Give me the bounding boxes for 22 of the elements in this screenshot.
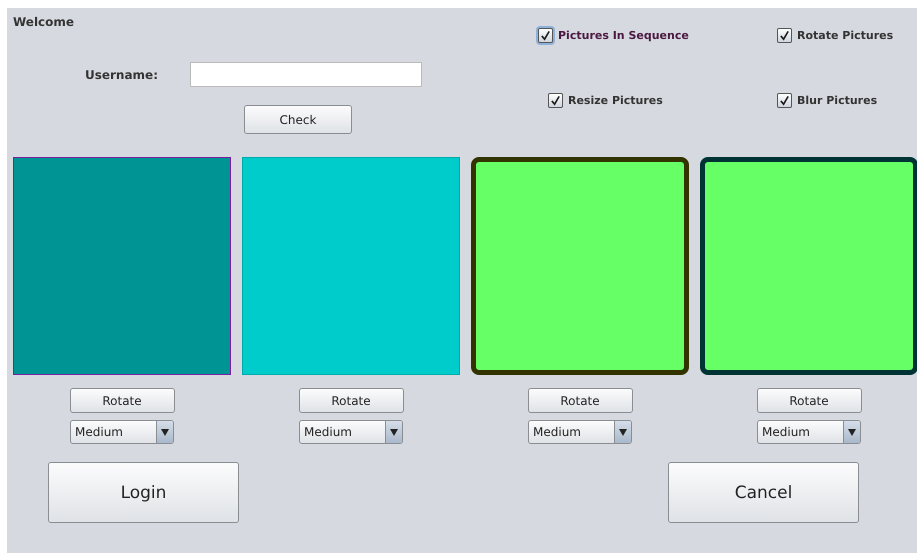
cancel-button[interactable]: Cancel: [668, 462, 859, 523]
option-checkbox[interactable]: Rotate Pictures: [777, 28, 894, 43]
size-dropdown[interactable]: Medium: [299, 420, 403, 444]
check-button[interactable]: Check: [244, 105, 352, 134]
size-dropdown[interactable]: Medium: [757, 420, 861, 444]
rotate-button[interactable]: Rotate: [70, 388, 174, 413]
welcome-heading: Welcome: [13, 15, 74, 29]
option-checkbox[interactable]: Resize Pictures: [548, 93, 663, 108]
caret-icon: [390, 428, 398, 436]
rotate-button[interactable]: Rotate: [756, 388, 862, 413]
username-field[interactable]: [190, 62, 422, 87]
login-button[interactable]: Login: [48, 462, 239, 523]
option-checkbox[interactable]: Pictures In Sequence: [538, 28, 689, 43]
size-dropdown[interactable]: Medium: [70, 420, 174, 444]
rotate-button[interactable]: Rotate: [528, 388, 632, 413]
rotate-button[interactable]: Rotate: [298, 388, 404, 413]
size-dropdown[interactable]: Medium: [528, 420, 632, 444]
caret-icon: [848, 428, 856, 436]
caret-icon: [161, 428, 169, 436]
username-label: Username:: [84, 68, 158, 82]
caret-icon: [619, 428, 627, 436]
option-checkbox[interactable]: Blur Pictures: [777, 93, 878, 108]
